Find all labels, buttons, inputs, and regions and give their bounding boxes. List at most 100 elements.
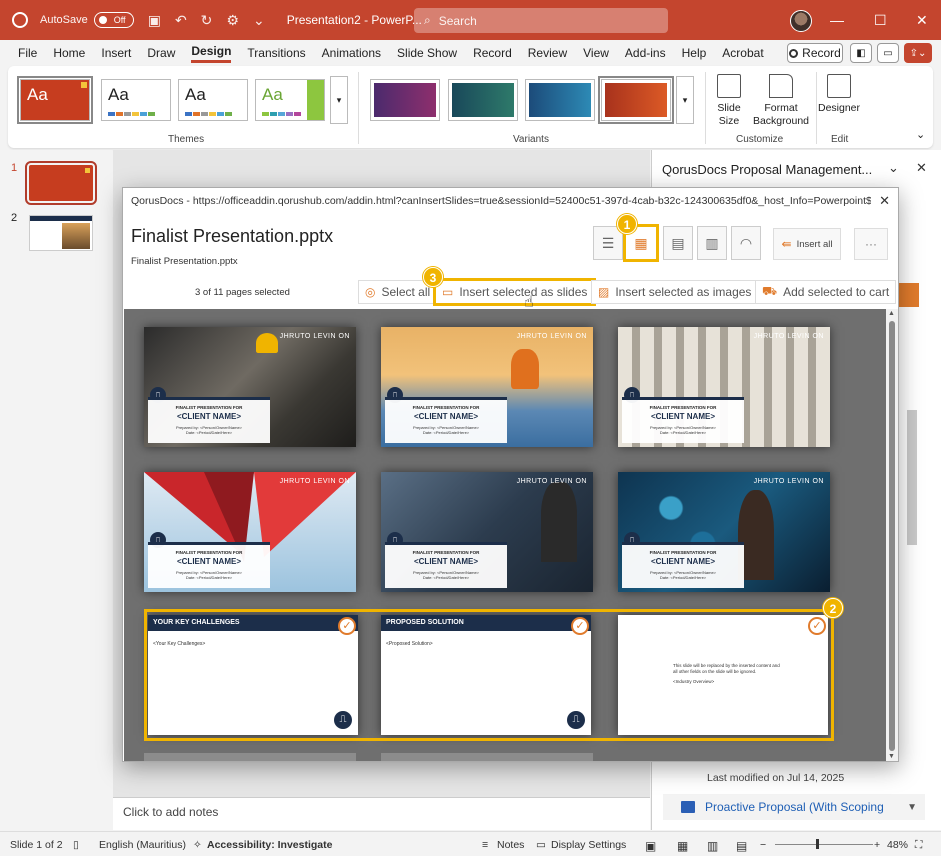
ribbon-divider bbox=[705, 72, 706, 144]
variants-more-icon[interactable]: ▾ bbox=[676, 76, 694, 124]
tab-draw[interactable]: Draw bbox=[147, 46, 175, 60]
tab-home[interactable]: Home bbox=[53, 46, 85, 60]
tab-help[interactable]: Help bbox=[682, 46, 707, 60]
slide-card-2[interactable]: JHRUTO LEVIN ON ⎍ FINALIST PRESENTATION … bbox=[381, 327, 593, 447]
avatar[interactable] bbox=[790, 10, 812, 32]
format-background-button[interactable]: Format Background bbox=[752, 74, 810, 128]
add-to-cart-button[interactable]: ⛟ Add selected to cart bbox=[755, 280, 897, 304]
client-name: <CLIENT NAME> bbox=[413, 412, 478, 421]
table-view-button[interactable]: ▥ bbox=[697, 226, 727, 260]
task-pane-search-icon[interactable] bbox=[899, 283, 919, 307]
reading-view-icon[interactable]: ▥ bbox=[707, 839, 718, 853]
theme-thumbnail-2[interactable]: Aa bbox=[101, 79, 171, 121]
variant-thumbnail-2[interactable] bbox=[448, 79, 518, 121]
zoom-out-icon[interactable]: − bbox=[760, 839, 766, 851]
share-button[interactable]: ⇪⌄ bbox=[904, 43, 932, 63]
dialog-close-icon[interactable]: ✕ bbox=[879, 193, 890, 209]
display-settings-button[interactable]: Display Settings bbox=[551, 839, 626, 851]
insert-as-slides-button[interactable]: ▭ Insert selected as slides bbox=[433, 278, 597, 306]
slide-thumbnail-2[interactable] bbox=[29, 215, 93, 251]
slide-card-6[interactable]: JHRUTO LEVIN ON ⎍ FINALIST PRESENTATION … bbox=[618, 472, 830, 592]
document-view-button[interactable]: ▤ bbox=[663, 226, 693, 260]
insert-as-images-button[interactable]: ▨ Insert selected as images bbox=[591, 280, 759, 304]
scrollbar-thumb[interactable] bbox=[889, 321, 895, 751]
finalist-line: FINALIST PRESENTATION FOR bbox=[175, 550, 243, 555]
zoom-slider[interactable] bbox=[775, 844, 873, 845]
insert-all-button[interactable]: ⇚ Insert all bbox=[773, 228, 841, 260]
task-pane-scrollbar[interactable] bbox=[907, 410, 917, 545]
maximize-icon[interactable]: ☐ bbox=[874, 12, 887, 29]
variant-thumbnail-4[interactable] bbox=[598, 76, 674, 124]
slide-card-5[interactable]: JHRUTO LEVIN ON ⎍ FINALIST PRESENTATION … bbox=[381, 472, 593, 592]
slide-card-1[interactable]: JHRUTO LEVIN ON ⎍ FINALIST PRESENTATION … bbox=[144, 327, 356, 447]
fit-to-window-icon[interactable]: ⛶ bbox=[915, 839, 922, 852]
collapse-ribbon-icon[interactable]: ⌄ bbox=[916, 128, 925, 141]
tab-design[interactable]: Design bbox=[191, 44, 232, 63]
tab-record[interactable]: Record bbox=[473, 46, 512, 60]
task-pane-close-icon[interactable]: ✕ bbox=[916, 160, 927, 176]
language-label[interactable]: English (Mauritius) bbox=[99, 839, 186, 851]
tab-acrobat[interactable]: Acrobat bbox=[722, 46, 763, 60]
theme-color-bars bbox=[262, 112, 301, 116]
list-view-button[interactable]: ☰ bbox=[593, 226, 623, 260]
theme-thumbnail-4[interactable]: Aa bbox=[255, 79, 325, 121]
dialog-subtitle: Finalist Presentation.pptx bbox=[131, 256, 238, 267]
slide-card-4[interactable]: JHRUTO LEVIN ON ⎍ FINALIST PRESENTATION … bbox=[144, 472, 356, 592]
notes-button[interactable]: Notes bbox=[497, 839, 524, 851]
save-icon[interactable]: ▣ bbox=[148, 12, 161, 29]
tab-file[interactable]: File bbox=[18, 46, 37, 60]
tab-slide-show[interactable]: Slide Show bbox=[397, 46, 457, 60]
proposal-list-item[interactable]: Proactive Proposal (With Scoping ▼ bbox=[663, 794, 925, 820]
zoom-in-icon[interactable]: + bbox=[874, 839, 880, 851]
normal-view-icon[interactable]: ▣ bbox=[645, 839, 656, 853]
zoom-slider-thumb[interactable] bbox=[816, 839, 819, 849]
slideshow-icon[interactable]: ▤ bbox=[736, 839, 747, 853]
teams-icon[interactable]: ◧ bbox=[850, 43, 872, 63]
expand-icon[interactable]: ▼ bbox=[907, 802, 917, 813]
tab-animations[interactable]: Animations bbox=[322, 46, 381, 60]
task-pane-options-icon[interactable]: ⌄ bbox=[888, 160, 899, 176]
undo-icon[interactable]: ↶ bbox=[175, 12, 187, 29]
scroll-down-icon[interactable]: ▼ bbox=[888, 753, 895, 760]
step-badge-3: 3 bbox=[423, 267, 443, 287]
slide-size-button[interactable]: Slide Size bbox=[711, 74, 747, 128]
redo-icon[interactable]: ↻ bbox=[201, 12, 213, 29]
zoom-level[interactable]: 48% bbox=[887, 839, 908, 851]
close-window-icon[interactable]: ✕ bbox=[916, 12, 928, 29]
designer-button[interactable]: Designer bbox=[818, 74, 860, 115]
search-input[interactable]: ⌕ Search bbox=[414, 8, 668, 33]
image-icon: ▨ bbox=[598, 285, 610, 299]
variant-thumbnail-3[interactable] bbox=[525, 79, 595, 121]
tab-add-ins[interactable]: Add-ins bbox=[625, 46, 666, 60]
tab-review[interactable]: Review bbox=[528, 46, 567, 60]
date-line: Date: <Period/Date/Here> bbox=[422, 430, 470, 435]
autosave-toggle[interactable]: Off bbox=[93, 12, 134, 28]
slide-thumbnail-1[interactable] bbox=[25, 161, 97, 205]
slide-grid-scrollbar[interactable]: ▲ ▼ bbox=[886, 309, 898, 761]
theme-thumbnail-3[interactable]: Aa bbox=[178, 79, 248, 121]
scroll-up-icon[interactable]: ▲ bbox=[888, 310, 895, 317]
accessibility-status[interactable]: Accessibility: Investigate bbox=[207, 839, 332, 851]
step-badge-1: 1 bbox=[617, 214, 637, 234]
variant-thumbnail-1[interactable] bbox=[370, 79, 440, 121]
tab-insert[interactable]: Insert bbox=[101, 46, 131, 60]
more-options-button[interactable]: ··· bbox=[854, 228, 888, 260]
comments-icon[interactable]: ▭ bbox=[877, 43, 899, 63]
spelling-icon[interactable]: ▯ bbox=[73, 839, 79, 851]
customize-toolbar-icon[interactable]: ⚙ bbox=[226, 12, 239, 29]
ribbon: Aa Aa Aa Aa ▾ Themes ▾ Variants Slide Si… bbox=[8, 66, 933, 148]
gauge-view-button[interactable]: ◠ bbox=[731, 226, 761, 260]
tab-view[interactable]: View bbox=[583, 46, 609, 60]
ribbon-divider bbox=[358, 72, 359, 144]
notes-pane[interactable]: Click to add notes bbox=[113, 797, 650, 830]
theme-thumbnail-1[interactable]: Aa bbox=[17, 76, 93, 124]
record-button[interactable]: Record bbox=[787, 43, 843, 63]
minimize-icon[interactable]: — bbox=[830, 12, 844, 28]
slide-card-3[interactable]: JHRUTO LEVIN ON ⎍ FINALIST PRESENTATION … bbox=[618, 327, 830, 447]
slide-sorter-icon[interactable]: ▦ bbox=[677, 839, 688, 853]
themes-more-icon[interactable]: ▾ bbox=[330, 76, 348, 124]
client-name: <CLIENT NAME> bbox=[650, 557, 715, 566]
tab-transitions[interactable]: Transitions bbox=[247, 46, 305, 60]
more-commands-icon[interactable]: ⌄ bbox=[253, 12, 265, 29]
slide-number-1: 1 bbox=[11, 162, 18, 174]
